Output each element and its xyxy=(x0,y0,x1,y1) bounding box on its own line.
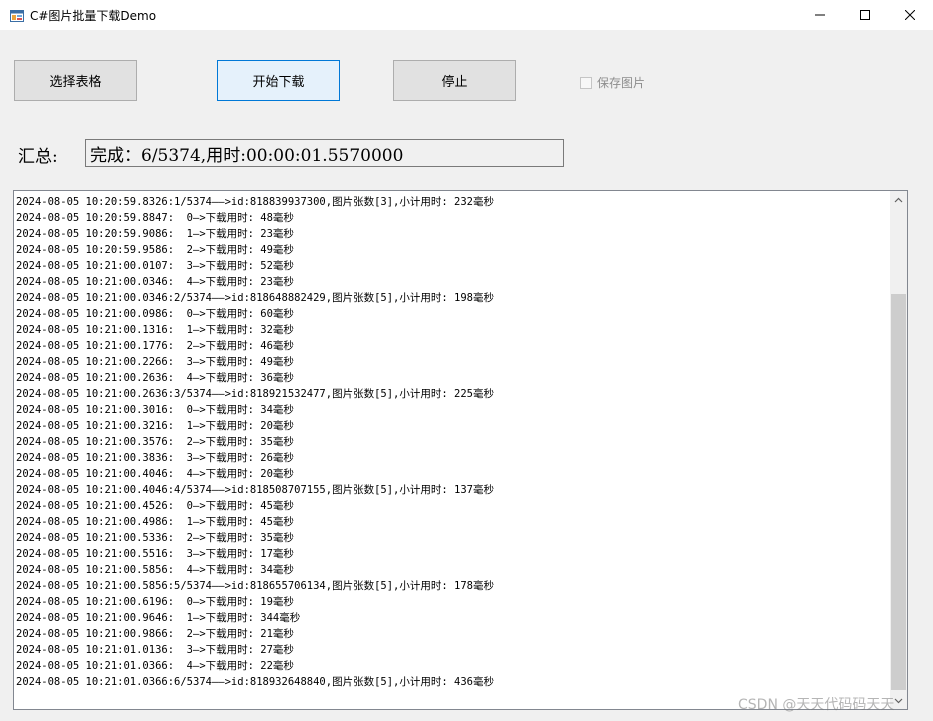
log-textbox[interactable]: 2024-08-05 10:20:59.8326:1/5374——>id:818… xyxy=(13,190,908,710)
main-window: C#图片批量下载Demo 选择表格 开始下载 停止 保存图片 汇总: 完成：6/… xyxy=(0,0,933,721)
title-bar[interactable]: C#图片批量下载Demo xyxy=(0,0,933,30)
maximize-button[interactable] xyxy=(842,0,888,30)
log-line: 2024-08-05 10:21:01.0366: 4—>下载用时: 22毫秒 xyxy=(16,660,294,672)
log-line: 2024-08-05 10:21:00.9866: 2—>下载用时: 21毫秒 xyxy=(16,628,294,640)
scroll-thumb[interactable] xyxy=(891,294,906,690)
log-line: 2024-08-05 10:21:00.2636:3/5374——>id:818… xyxy=(16,388,494,400)
log-line: 2024-08-05 10:21:01.0136: 3—>下载用时: 27毫秒 xyxy=(16,644,294,656)
summary-label: 汇总: xyxy=(18,147,58,167)
log-line: 2024-08-05 10:21:00.4986: 1—>下载用时: 45毫秒 xyxy=(16,516,294,528)
log-line: 2024-08-05 10:21:00.0346: 4—>下载用时: 23毫秒 xyxy=(16,276,294,288)
log-line: 2024-08-05 10:21:00.2266: 3—>下载用时: 49毫秒 xyxy=(16,356,294,368)
summary-field: 完成：6/5374,用时:00:00:01.5570000 xyxy=(85,139,564,167)
log-line: 2024-08-05 10:21:00.5516: 3—>下载用时: 17毫秒 xyxy=(16,548,294,560)
close-icon xyxy=(905,10,915,20)
log-line: 2024-08-05 10:21:01.0366:6/5374——>id:818… xyxy=(16,676,494,688)
chevron-down-icon xyxy=(894,698,903,703)
log-lines: 2024-08-05 10:20:59.8326:1/5374——>id:818… xyxy=(16,194,890,690)
save-images-label: 保存图片 xyxy=(597,76,646,90)
log-line: 2024-08-05 10:20:59.8847: 0—>下载用时: 48毫秒 xyxy=(16,212,294,224)
log-line: 2024-08-05 10:21:00.4046: 4—>下载用时: 20毫秒 xyxy=(16,468,294,480)
select-table-button[interactable]: 选择表格 xyxy=(14,60,137,101)
log-line: 2024-08-05 10:20:59.9086: 1—>下载用时: 23毫秒 xyxy=(16,228,294,240)
log-line: 2024-08-05 10:21:00.1316: 1—>下载用时: 32毫秒 xyxy=(16,324,294,336)
vertical-scrollbar[interactable] xyxy=(890,191,907,709)
app-window-icon xyxy=(10,8,24,22)
minimize-button[interactable] xyxy=(797,0,843,30)
chevron-up-icon xyxy=(894,197,903,202)
stop-button[interactable]: 停止 xyxy=(393,60,516,101)
log-line: 2024-08-05 10:21:00.5856:5/5374——>id:818… xyxy=(16,580,494,592)
start-download-button[interactable]: 开始下载 xyxy=(217,60,340,101)
log-line: 2024-08-05 10:21:00.0346:2/5374——>id:818… xyxy=(16,292,494,304)
log-line: 2024-08-05 10:21:00.3216: 1—>下载用时: 20毫秒 xyxy=(16,420,294,432)
log-line: 2024-08-05 10:21:00.5856: 4—>下载用时: 34毫秒 xyxy=(16,564,294,576)
log-line: 2024-08-05 10:21:00.3836: 3—>下载用时: 26毫秒 xyxy=(16,452,294,464)
log-line: 2024-08-05 10:21:00.1776: 2—>下载用时: 46毫秒 xyxy=(16,340,294,352)
minimize-icon xyxy=(815,14,825,16)
window-title: C#图片批量下载Demo xyxy=(30,9,157,23)
save-images-checkbox[interactable]: 保存图片 xyxy=(580,74,645,91)
log-line: 2024-08-05 10:21:00.0986: 0—>下载用时: 60毫秒 xyxy=(16,308,294,320)
log-line: 2024-08-05 10:21:00.5336: 2—>下载用时: 35毫秒 xyxy=(16,532,294,544)
log-line: 2024-08-05 10:21:00.4526: 0—>下载用时: 45毫秒 xyxy=(16,500,294,512)
log-line: 2024-08-05 10:21:00.9646: 1—>下载用时: 344毫秒 xyxy=(16,612,301,624)
log-line: 2024-08-05 10:21:00.0107: 3—>下载用时: 52毫秒 xyxy=(16,260,294,272)
watermark: CSDN @天天代码码天天 xyxy=(738,697,895,713)
maximize-icon xyxy=(860,10,870,20)
log-line: 2024-08-05 10:21:00.6196: 0—>下载用时: 19毫秒 xyxy=(16,596,294,608)
log-line: 2024-08-05 10:21:00.3576: 2—>下载用时: 35毫秒 xyxy=(16,436,294,448)
scroll-up-button[interactable] xyxy=(890,191,907,208)
log-line: 2024-08-05 10:21:00.4046:4/5374——>id:818… xyxy=(16,484,494,496)
log-line: 2024-08-05 10:20:59.8326:1/5374——>id:818… xyxy=(16,196,494,208)
log-line: 2024-08-05 10:21:00.2636: 4—>下载用时: 36毫秒 xyxy=(16,372,294,384)
summary-value: 完成：6/5374,用时:00:00:01.5570000 xyxy=(90,145,404,166)
checkbox-box[interactable] xyxy=(580,76,592,89)
log-line: 2024-08-05 10:20:59.9586: 2—>下载用时: 49毫秒 xyxy=(16,244,294,256)
log-line: 2024-08-05 10:21:00.3016: 0—>下载用时: 34毫秒 xyxy=(16,404,294,416)
close-button[interactable] xyxy=(887,0,933,30)
